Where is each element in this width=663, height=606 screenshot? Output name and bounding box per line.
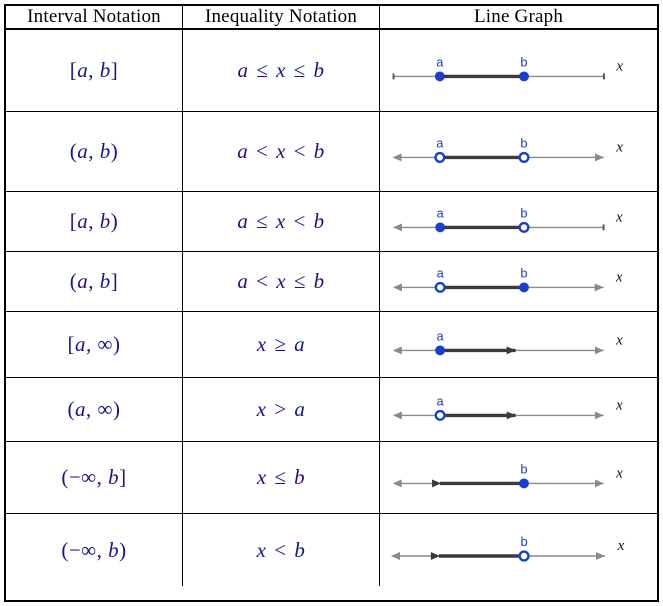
interval-notation-value: [a, ∞) [67, 332, 121, 356]
inequality-notation-value: x ≤ b [256, 465, 306, 489]
axis-variable-label: x [615, 270, 623, 286]
cell-interval-notation: (−∞, b) [6, 514, 183, 586]
number-line-graph: abx [392, 55, 623, 82]
left-endpoint-label: a [437, 266, 445, 281]
cell-interval-notation: [a, b) [6, 192, 183, 251]
cell-inequality-notation: a < x < b [183, 112, 380, 191]
table-row: (−∞, b) x < bbx [6, 514, 657, 586]
header-cell-line-graph: Line Graph [380, 6, 657, 28]
right-endpoint-label: b [520, 462, 527, 477]
cell-interval-notation: [a, ∞) [6, 312, 183, 377]
table-row: [a, b] a ≤ x ≤ b a b x [6, 30, 657, 112]
cell-line-graph: bx [380, 514, 657, 586]
cell-line-graph: abx [380, 192, 657, 251]
number-line-graph: abx [392, 136, 623, 163]
inequality-notation-value: a < x ≤ b [237, 269, 325, 293]
inequality-notation-value: a ≤ x ≤ b [237, 58, 325, 82]
number-line-graph: ax [392, 329, 623, 356]
cell-interval-notation: (a, b] [6, 252, 183, 311]
header-line-graph: Line Graph [473, 6, 564, 27]
axis-variable-label: x [615, 333, 623, 349]
axis-variable-label: x [615, 210, 623, 226]
inequality-notation-value: x < b [256, 537, 306, 562]
axis-variable-label: x [615, 466, 623, 482]
cell-interval-notation: (a, b) [6, 112, 183, 191]
cell-inequality-notation: x ≥ a [183, 312, 380, 377]
left-endpoint-label: a [436, 55, 444, 70]
header-interval-notation: Interval Notation [27, 6, 161, 27]
cell-interval-notation: [a, b] [6, 30, 183, 111]
cell-inequality-notation: x ≤ b [183, 442, 380, 513]
inequality-notation-value: a ≤ x < b [237, 209, 325, 233]
left-endpoint-label: a [437, 206, 445, 221]
table-row: (−∞, b] x ≤ bbx [6, 442, 657, 514]
right-endpoint-label: b [520, 136, 527, 151]
left-closed-endpoint-dot [435, 345, 445, 356]
cell-line-graph: abx [380, 112, 657, 191]
cell-line-graph: ax [380, 312, 657, 377]
interval-notation-value: (a, b] [69, 269, 119, 293]
left-closed-endpoint-dot [434, 71, 445, 82]
cell-line-graph: abx [380, 252, 657, 311]
cell-line-graph: bx [380, 442, 657, 513]
right-endpoint-label: b [520, 55, 527, 70]
table-row: [a, b) a ≤ x < b a b x [6, 192, 657, 252]
right-endpoint-label: b [520, 534, 527, 549]
right-open-endpoint-circle [518, 151, 530, 163]
cell-line-graph: abx [380, 30, 657, 111]
interval-notation-value: (−∞, b) [61, 537, 127, 562]
axis-variable-label: x [615, 59, 623, 75]
axis-variable-label: x [615, 140, 623, 156]
number-line-graph: abx [393, 266, 623, 293]
left-open-endpoint-circle [434, 409, 446, 421]
right-endpoint-label: b [520, 266, 527, 281]
axis-variable-label: x [617, 538, 625, 554]
cell-inequality-notation: a ≤ x < b [183, 192, 380, 251]
table-row: (a, b) a < x < b a b x [6, 112, 657, 192]
header-cell-interval-notation: Interval Notation [6, 6, 183, 28]
interval-notation-value: (a, b) [69, 139, 119, 163]
interval-notation-value: (a, ∞) [67, 397, 121, 421]
left-open-endpoint-circle [434, 151, 446, 163]
right-closed-endpoint-dot [519, 478, 529, 489]
interval-notation-table: Interval Notation Inequality Notation Li… [4, 4, 659, 602]
cell-inequality-notation: a ≤ x ≤ b [183, 30, 380, 111]
table-row: [a, ∞) x ≥ aax [6, 312, 657, 378]
interval-notation-value: [a, b] [69, 58, 119, 82]
cell-line-graph: ax [380, 378, 657, 441]
number-line-graph: bx [391, 534, 625, 562]
cell-inequality-notation: x > a [183, 378, 380, 441]
number-line-graph: bx [392, 462, 623, 489]
left-endpoint-label: a [437, 394, 445, 409]
right-open-endpoint-circle [518, 221, 530, 233]
inequality-notation-value: a < x < b [237, 139, 325, 163]
inequality-notation-value: x ≥ a [256, 332, 306, 356]
table-row: (a, b] a < x ≤ b a b x [6, 252, 657, 312]
interval-notation-value: (−∞, b] [61, 465, 127, 489]
left-endpoint-label: a [437, 329, 445, 344]
right-endpoint-label: b [520, 206, 527, 221]
axis-variable-label: x [615, 398, 623, 414]
cell-inequality-notation: x < b [183, 514, 380, 586]
header-inequality-notation: Inequality Notation [204, 6, 358, 27]
cell-interval-notation: (a, ∞) [6, 378, 183, 441]
table-row: (a, ∞) x > aax [6, 378, 657, 442]
cell-interval-notation: (−∞, b] [6, 442, 183, 513]
right-closed-endpoint-dot [519, 71, 529, 82]
right-closed-endpoint-dot [519, 282, 529, 293]
cell-inequality-notation: a < x ≤ b [183, 252, 380, 311]
number-line-graph: ax [392, 394, 623, 421]
right-open-endpoint-circle [518, 550, 530, 562]
inequality-notation-value: x > a [256, 397, 306, 421]
header-cell-inequality-notation: Inequality Notation [183, 6, 380, 28]
left-closed-endpoint-dot [435, 222, 446, 233]
left-endpoint-label: a [436, 136, 444, 151]
number-line-graph: abx [393, 206, 623, 233]
table-header-row: Interval Notation Inequality Notation Li… [6, 6, 657, 30]
interval-notation-value: [a, b) [69, 209, 119, 233]
left-open-endpoint-circle [434, 281, 446, 293]
